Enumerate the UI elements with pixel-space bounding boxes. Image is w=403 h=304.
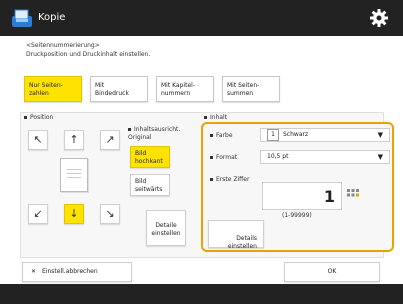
position-up-left-button[interactable]: ↖ [28,130,48,150]
position-up-right-button[interactable]: ↗ [100,130,120,150]
portrait-orientation-button[interactable]: Bild hochkant [130,146,170,168]
chevron-down-icon: ▼ [377,153,383,161]
position-down-right-button[interactable]: ↘ [100,204,120,224]
bottom-bar [0,284,403,304]
copy-icon [12,9,32,27]
gear-icon[interactable] [368,7,390,29]
position-down-button[interactable]: ↓ [64,204,84,224]
numeric-keypad-icon[interactable] [346,188,360,202]
app-title: Kopie [38,12,66,23]
screen-heading: <Seitennummerierung> [26,42,100,49]
cancel-settings-button[interactable]: ✕ Einstell.abbrechen [22,262,132,282]
landscape-orientation-button[interactable]: Bild seitwärts [130,174,170,196]
chevron-down-icon: ▼ [377,131,383,139]
orientation-details-button[interactable]: Detaile einstellen [146,210,186,246]
tab-page-numbers-only[interactable]: Nur Seiten- zahlen [24,76,82,102]
details-label: Details einstellen [227,235,257,250]
bullet-icon [204,116,207,119]
ok-button[interactable]: OK [284,262,380,282]
position-up-button[interactable]: ↑ [64,130,84,150]
details-label: Detaile einstellen [151,222,181,237]
format-label: Format [210,154,237,161]
format-select[interactable]: 10,5 pt ▼ [260,150,390,164]
ok-label: OK [327,268,337,275]
bullet-icon [24,116,27,119]
color-select[interactable]: 1 Schwarz ▼ [260,128,390,142]
color-value-number: 1 [267,129,279,141]
tab-with-binding-print[interactable]: Mit Bindedruck [90,76,148,102]
color-value: Schwarz [283,131,309,138]
content-details-button[interactable]: Details einstellen [208,220,264,250]
start-number-range: (1-99999) [282,212,312,219]
start-number-field[interactable]: 1 [262,182,342,210]
start-number-label: Erste Ziffer [210,176,249,183]
bullet-icon [210,178,213,181]
tab-with-page-totals[interactable]: Mit Seiten- summen [222,76,280,102]
page-preview-icon [60,158,88,192]
close-icon: ✕ [31,268,37,275]
content-section-label: Inhalt [204,114,227,121]
format-value: 10,5 pt [267,153,289,160]
position-down-left-button[interactable]: ↙ [28,204,48,224]
position-section-label: Position [24,114,53,121]
screen-instruction: Druckposition und Druckinhalt einstellen… [26,51,151,58]
bullet-icon [210,134,213,137]
tab-with-chapter-numbers[interactable]: Mit Kapitel- nummern [156,76,214,102]
cancel-label: Einstell.abbrechen [42,268,98,275]
orientation-section-label: Inhaltsausricht. Original [128,126,181,141]
color-label: Farbe [210,132,233,139]
bullet-icon [210,156,213,159]
bullet-icon [128,128,131,131]
start-number-value: 1 [323,187,335,206]
